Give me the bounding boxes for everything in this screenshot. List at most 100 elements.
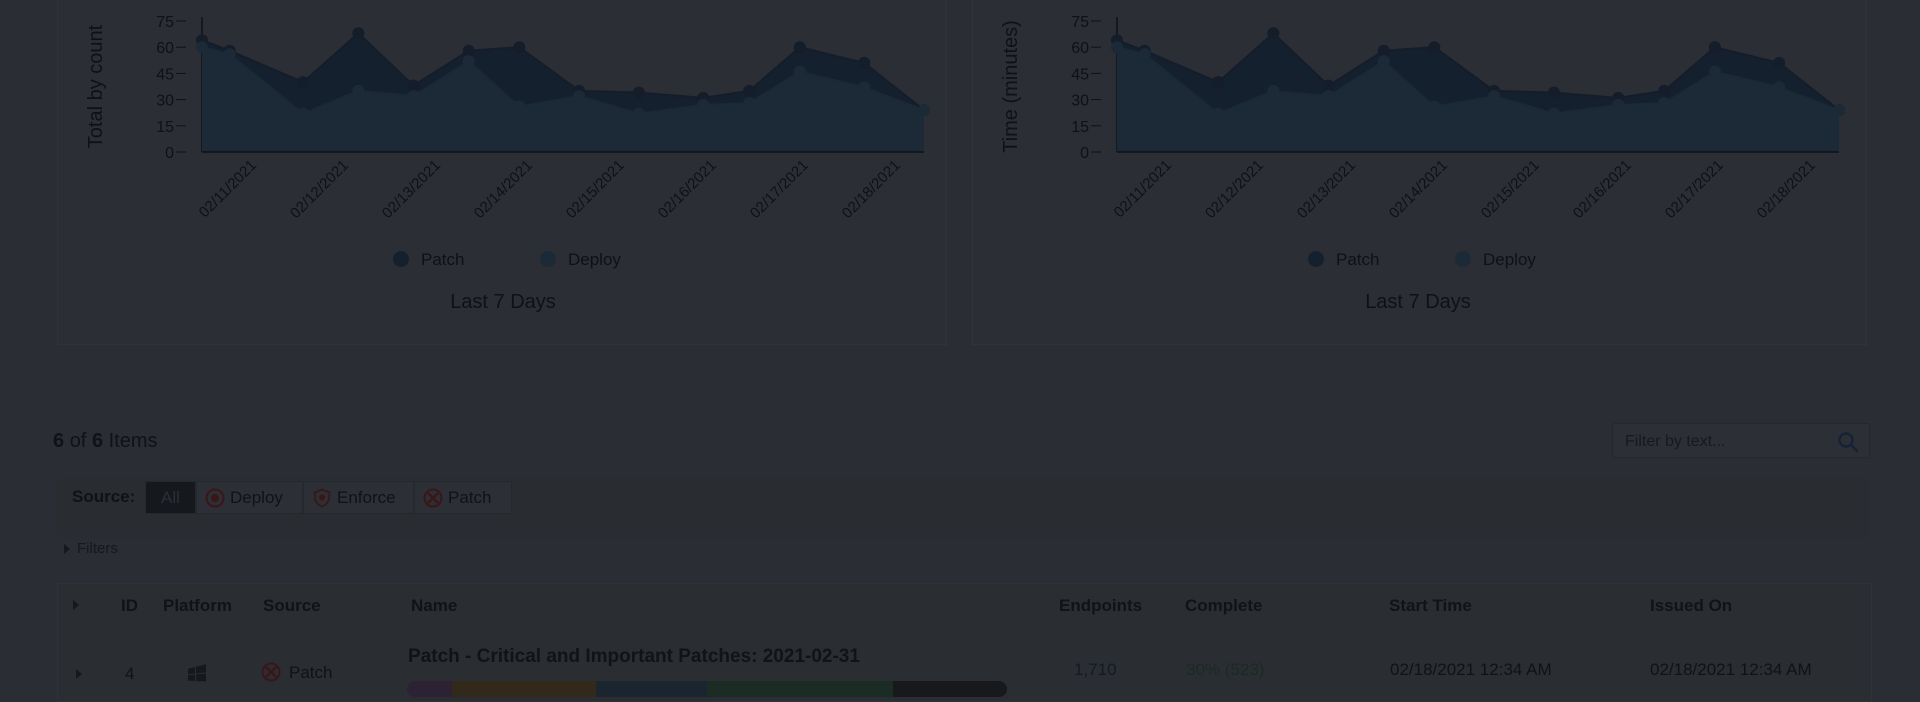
source-option-deploy[interactable]: Deploy (196, 481, 303, 514)
data-point-deploy (858, 81, 871, 94)
progress-segment-2 (596, 681, 707, 697)
data-point-patch (1212, 76, 1225, 89)
data-point-deploy (1212, 107, 1225, 120)
data-point-deploy (1267, 84, 1280, 97)
source-option-enforce[interactable]: Enforce (303, 481, 414, 514)
items-shown: 6 (53, 430, 65, 452)
data-point-deploy (196, 41, 208, 54)
header-platform[interactable]: Platform (163, 596, 232, 616)
y-tick-label: 60 (1071, 40, 1089, 57)
expand-row-icon[interactable] (75, 668, 85, 680)
search-icon[interactable] (1837, 431, 1859, 453)
header-source[interactable]: Source (263, 596, 321, 616)
row-name-link[interactable]: Patch - Critical and Important Patches: … (408, 646, 860, 668)
items-count: 6 of 6 Items (53, 430, 158, 453)
data-point-patch (793, 41, 806, 54)
y-tick-label: 45 (156, 66, 174, 83)
y-tick-label: 0 (1080, 145, 1089, 162)
data-point-deploy (1322, 90, 1335, 103)
row-id: 4 (125, 664, 135, 683)
y-axis-label: Total by count (85, 24, 107, 148)
x-axis-label: Last 7 Days (450, 291, 556, 313)
x-tick-label: 02/13/2021 (1294, 157, 1359, 222)
data-point-patch (1773, 56, 1786, 69)
header-complete[interactable]: Complete (1185, 596, 1262, 616)
x-tick-label: 02/17/2021 (1662, 157, 1727, 222)
row-complete[interactable]: 30% (523) (1186, 660, 1264, 680)
data-point-patch (462, 44, 475, 57)
chart-time: Time (minutes) 0 15 30 45 60 75 02/11/2021 02/12… (1000, 14, 1845, 313)
data-point-deploy (1377, 55, 1390, 68)
legend-swatch-deploy (1455, 251, 1471, 267)
data-point-deploy (1138, 48, 1151, 61)
source-option-all[interactable]: All (145, 481, 196, 514)
x-tick-label: 02/13/2021 (379, 157, 444, 222)
row-progress-bar (407, 681, 1007, 697)
data-point-patch (1428, 41, 1441, 54)
row-issued-on: 02/18/2021 12:34 AM (1650, 660, 1812, 679)
filter-input[interactable] (1623, 424, 1827, 459)
data-point-deploy (743, 97, 756, 110)
x-tick-label: 02/14/2021 (471, 157, 536, 222)
chart-count: Total by count 0 15 30 45 60 75 02/11/2021 02/12… (85, 14, 930, 313)
data-point-deploy (1773, 81, 1786, 94)
legend-swatch-deploy (540, 251, 556, 267)
x-tick-label: 02/11/2021 (196, 157, 260, 221)
source-option-label: All (161, 487, 180, 507)
header-id[interactable]: ID (121, 596, 138, 616)
items-label: Items (108, 430, 158, 452)
row-endpoints[interactable]: 1,710 (1074, 660, 1117, 680)
data-point-deploy (697, 98, 710, 111)
x-tick-label: 02/16/2021 (655, 157, 720, 222)
data-point-patch (407, 79, 420, 92)
legend-label-patch: Patch (1336, 250, 1379, 269)
legend-label-deploy: Deploy (568, 250, 621, 269)
x-tick-label: 02/16/2021 (1570, 157, 1635, 222)
filter-box (1612, 423, 1870, 459)
deploy-icon (205, 488, 225, 507)
source-option-patch[interactable]: Patch (414, 481, 512, 514)
data-point-deploy (918, 104, 930, 117)
enforce-icon (313, 488, 331, 507)
filters-label: Filters (77, 540, 118, 557)
data-point-deploy (632, 107, 645, 120)
data-point-patch (1708, 41, 1721, 54)
expand-all-icon[interactable] (72, 599, 82, 611)
data-point-deploy (1428, 100, 1441, 113)
progress-segment-1 (452, 681, 596, 697)
y-axis-label: Time (minutes) (1000, 20, 1022, 153)
data-point-patch (352, 27, 365, 40)
data-point-patch (632, 86, 645, 99)
y-tick-label: 30 (156, 93, 174, 110)
data-point-patch (1377, 44, 1390, 57)
x-tick-label: 02/12/2021 (1202, 157, 1267, 222)
legend-label-deploy: Deploy (1483, 250, 1536, 269)
y-tick-label: 60 (156, 40, 174, 57)
x-axis-label: Last 7 Days (1365, 291, 1471, 313)
x-tick-label: 02/18/2021 (1754, 157, 1819, 222)
data-point-deploy (573, 90, 586, 103)
data-point-deploy (1833, 104, 1845, 117)
header-issued-on[interactable]: Issued On (1650, 596, 1732, 616)
data-point-deploy (1708, 65, 1721, 78)
chart-card-count: Total by count 0 15 30 45 60 75 02/11/2021 02/12… (57, 0, 947, 345)
data-point-patch (1658, 84, 1671, 97)
row-source: Patch (289, 663, 333, 682)
windows-icon (188, 664, 206, 682)
caret-right-icon (64, 543, 70, 554)
items-total: 6 (91, 430, 104, 452)
x-tick-label: 02/12/2021 (287, 157, 352, 222)
progress-segment-0 (407, 681, 452, 697)
data-point-deploy (223, 48, 236, 61)
legend-swatch-patch (1308, 251, 1324, 267)
filters-toggle[interactable]: Filters (63, 540, 118, 557)
header-name[interactable]: Name (411, 596, 457, 616)
items-of: of (69, 430, 87, 452)
header-endpoints[interactable]: Endpoints (1059, 596, 1142, 616)
y-tick-label: 30 (1071, 93, 1089, 110)
source-label: Source: (72, 487, 136, 506)
header-start-time[interactable]: Start Time (1389, 596, 1472, 616)
data-point-patch (1547, 86, 1560, 99)
x-tick-label: 02/15/2021 (1478, 157, 1543, 222)
data-point-deploy (1547, 107, 1560, 120)
